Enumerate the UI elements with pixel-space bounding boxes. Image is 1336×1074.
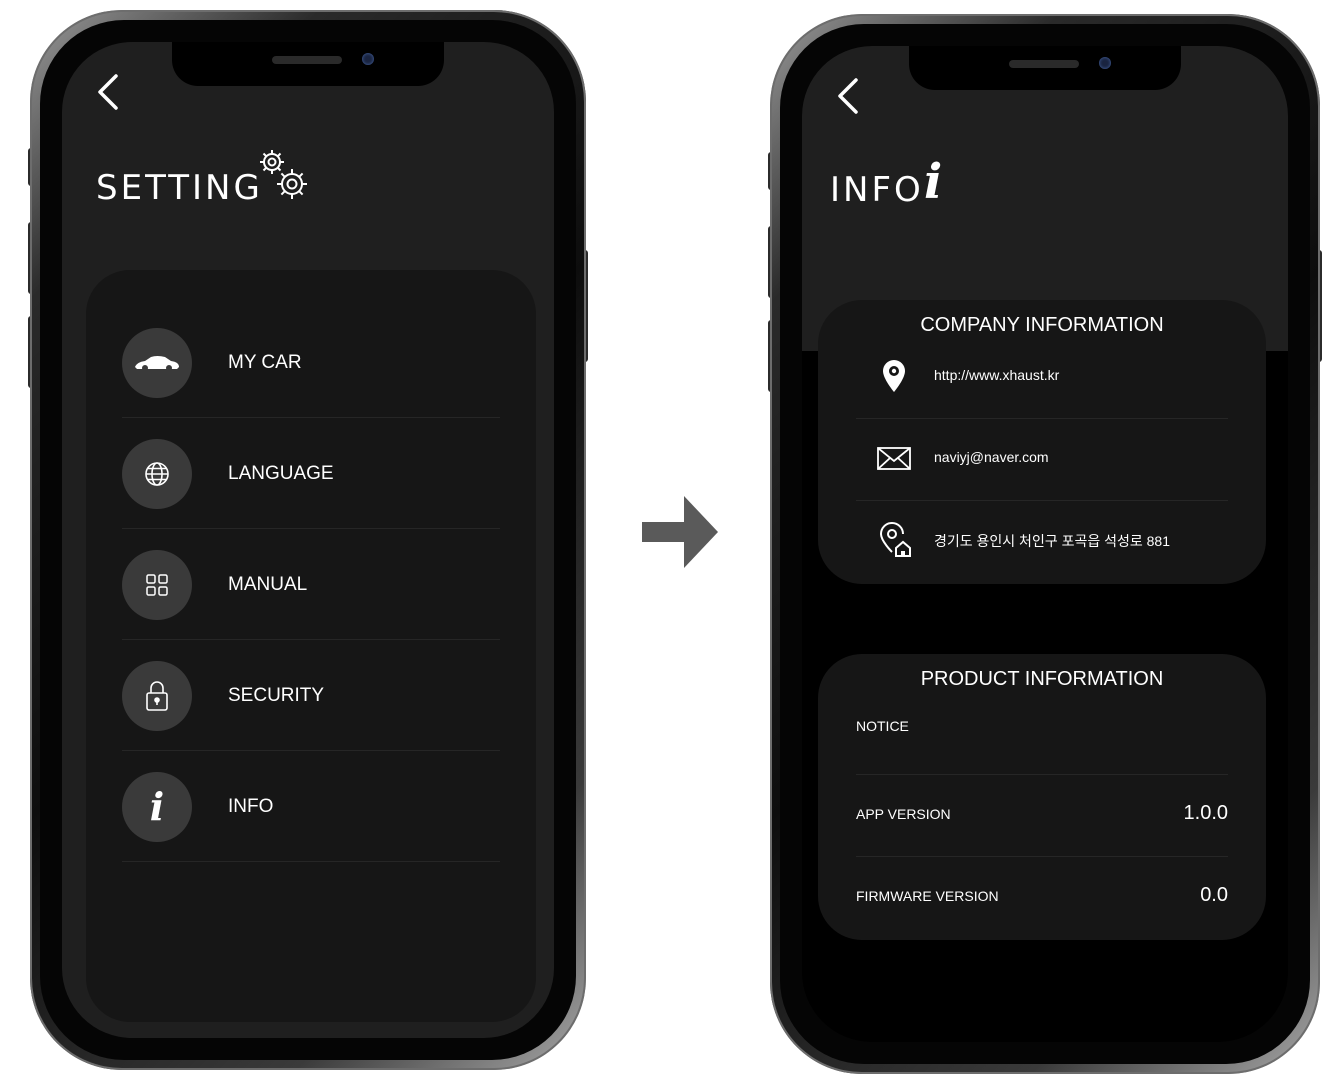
firmware-version-value: 0.0: [1200, 884, 1228, 906]
phone-frame-info: INFO i COMPANY INFORMATION http://www.xh…: [770, 14, 1320, 1074]
phone-notch: [172, 42, 444, 86]
back-arrow-icon[interactable]: [94, 72, 124, 112]
email-row[interactable]: naviyj@naver.com: [856, 418, 1228, 501]
globe-icon: [122, 439, 192, 509]
info-screen: INFO i COMPANY INFORMATION http://www.xh…: [802, 46, 1288, 1042]
menu-item-language[interactable]: LANGUAGE: [122, 417, 500, 529]
setting-screen: SETTING MY CAR LANGUAGE MANUAL SECURITY …: [62, 42, 554, 1038]
car-icon: [122, 328, 192, 398]
address-row: 경기도 용인시 처인구 포곡읍 석성로 881: [856, 500, 1228, 582]
app-version-value: 1.0.0: [1183, 802, 1228, 824]
firmware-version-row: FIRMWARE VERSION 0.0: [856, 856, 1228, 938]
info-icon: i: [924, 154, 943, 210]
phone-frame-setting: SETTING MY CAR LANGUAGE MANUAL SECURITY …: [30, 10, 586, 1070]
email-link[interactable]: naviyj@naver.com: [934, 449, 1049, 465]
company-info-heading: COMPANY INFORMATION: [920, 314, 1164, 336]
menu-item-my-car[interactable]: MY CAR: [122, 306, 500, 418]
transition-arrow-icon: [642, 496, 718, 568]
menu-item-label: MANUAL: [228, 574, 308, 595]
settings-menu-card: MY CAR LANGUAGE MANUAL SECURITY i INFO: [86, 270, 536, 1022]
menu-item-manual[interactable]: MANUAL: [122, 528, 500, 640]
firmware-version-label: FIRMWARE VERSION: [856, 888, 999, 904]
location-pin-icon: [883, 360, 905, 392]
product-info-card: PRODUCT INFORMATION NOTICE APP VERSION 1…: [818, 654, 1266, 940]
website-link[interactable]: http://www.xhaust.kr: [934, 367, 1059, 383]
home-location-icon: [879, 522, 911, 557]
menu-item-label: SECURITY: [228, 685, 325, 706]
app-version-row: APP VERSION 1.0.0: [856, 774, 1228, 857]
gears-icon: [260, 150, 307, 199]
company-info-card: COMPANY INFORMATION http://www.xhaust.kr…: [818, 300, 1266, 584]
website-row[interactable]: http://www.xhaust.kr: [856, 336, 1228, 419]
page-title: SETTING: [96, 168, 263, 208]
grid-icon: [122, 550, 192, 620]
page-title: INFO: [830, 170, 924, 210]
address-text: 경기도 용인시 처인구 포곡읍 석성로 881: [934, 533, 1171, 549]
phone-notch: [909, 46, 1181, 90]
envelope-icon: [877, 447, 911, 470]
product-info-heading: PRODUCT INFORMATION: [920, 668, 1164, 690]
info-icon: i: [122, 772, 192, 842]
back-arrow-icon[interactable]: [834, 76, 864, 116]
notice-label: NOTICE: [856, 718, 909, 734]
notice-row[interactable]: NOTICE: [856, 692, 1228, 775]
menu-item-label: LANGUAGE: [228, 463, 334, 484]
app-version-label: APP VERSION: [856, 806, 951, 822]
menu-item-label: MY CAR: [228, 352, 302, 373]
menu-item-info[interactable]: i INFO: [122, 750, 500, 862]
lock-icon: [122, 661, 192, 731]
menu-item-label: INFO: [228, 796, 274, 817]
menu-item-security[interactable]: SECURITY: [122, 639, 500, 751]
